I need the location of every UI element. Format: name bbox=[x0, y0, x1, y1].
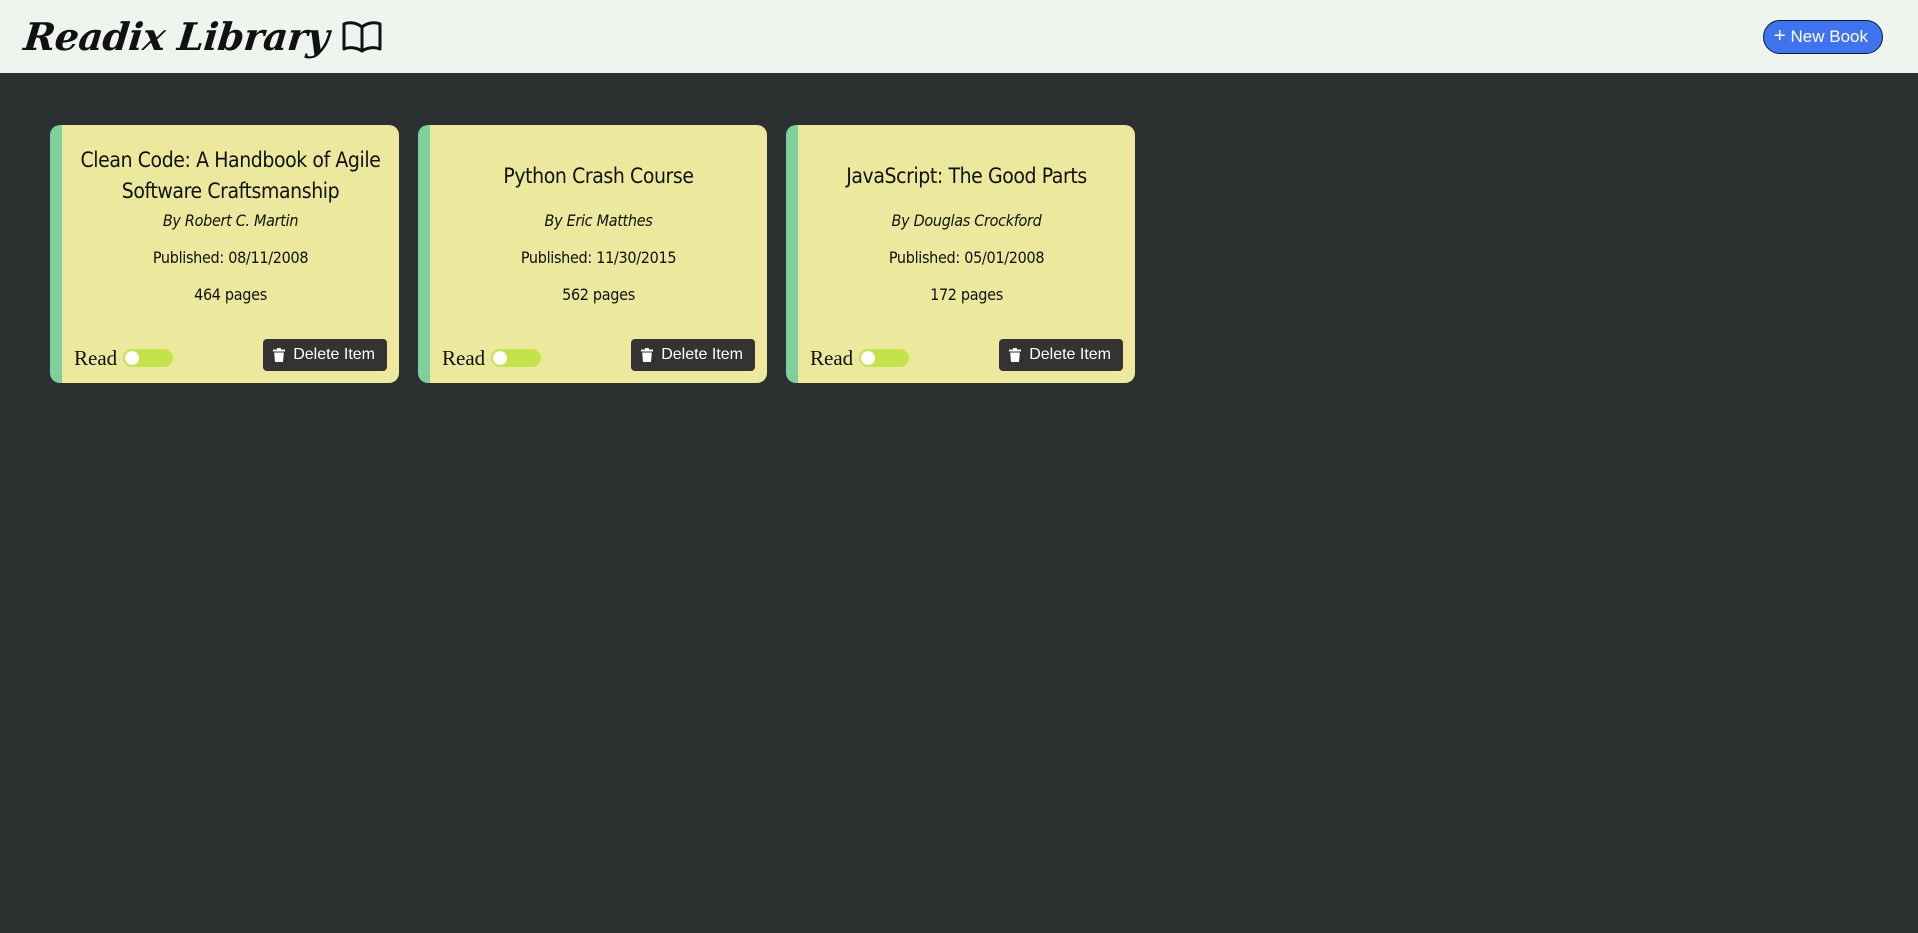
book-author: By Eric Matthes bbox=[544, 211, 653, 230]
book-card: JavaScript: The Good Parts By Douglas Cr… bbox=[786, 125, 1135, 383]
read-label: Read bbox=[442, 345, 486, 370]
read-toggle[interactable] bbox=[859, 349, 910, 367]
book-author: By Robert C. Martin bbox=[162, 211, 299, 230]
delete-item-button[interactable]: Delete Item bbox=[263, 339, 387, 371]
book-card-footer: Read Delete Item bbox=[810, 339, 1123, 371]
book-author: By Douglas Crockford bbox=[891, 211, 1042, 230]
book-card: Clean Code: A Handbook of Agile Software… bbox=[50, 125, 399, 383]
read-toggle[interactable] bbox=[123, 349, 174, 367]
book-card-footer: Read Delete Item bbox=[74, 339, 387, 371]
toggle-knob bbox=[125, 351, 140, 365]
plus-icon: + bbox=[1773, 24, 1786, 47]
trash-icon bbox=[273, 348, 286, 362]
book-published: Published: 08/11/2008 bbox=[152, 248, 309, 267]
toggle-knob bbox=[493, 351, 508, 365]
delete-item-label: Delete Item bbox=[661, 346, 743, 363]
read-status: Read bbox=[74, 345, 174, 371]
trash-icon bbox=[1009, 348, 1022, 362]
book-pages: 172 pages bbox=[930, 285, 1003, 304]
book-published: Published: 05/01/2008 bbox=[888, 248, 1045, 267]
book-grid: Clean Code: A Handbook of Agile Software… bbox=[50, 125, 1135, 383]
delete-item-button[interactable]: Delete Item bbox=[999, 339, 1123, 371]
trash-icon bbox=[641, 348, 654, 362]
delete-item-label: Delete Item bbox=[293, 346, 375, 363]
delete-item-button[interactable]: Delete Item bbox=[631, 339, 755, 371]
app-header: Readix Library + New Book bbox=[0, 0, 1918, 73]
book-pages: 562 pages bbox=[562, 285, 635, 304]
read-status: Read bbox=[810, 345, 910, 371]
book-published: Published: 11/30/2015 bbox=[520, 248, 677, 267]
new-book-label: New Book bbox=[1790, 26, 1868, 46]
book-card: Python Crash Course By Eric Matthes Publ… bbox=[418, 125, 767, 383]
toggle-knob bbox=[861, 351, 876, 365]
book-title: JavaScript: The Good Parts bbox=[846, 163, 1087, 188]
book-card-body: Clean Code: A Handbook of Agile Software… bbox=[62, 145, 399, 355]
book-card-footer: Read Delete Item bbox=[442, 339, 755, 371]
book-card-body: JavaScript: The Good Parts By Douglas Cr… bbox=[798, 145, 1135, 355]
app-title: Readix Library bbox=[21, 14, 332, 59]
book-pages: 464 pages bbox=[194, 285, 267, 304]
delete-item-label: Delete Item bbox=[1029, 346, 1111, 363]
read-label: Read bbox=[810, 345, 854, 370]
book-card-body: Python Crash Course By Eric Matthes Publ… bbox=[430, 145, 767, 355]
brand: Readix Library bbox=[21, 14, 383, 59]
read-toggle[interactable] bbox=[491, 349, 542, 367]
read-status: Read bbox=[442, 345, 542, 371]
book-title: Clean Code: A Handbook of Agile Software… bbox=[80, 148, 381, 203]
open-book-icon bbox=[341, 19, 383, 55]
new-book-button[interactable]: + New Book bbox=[1762, 19, 1883, 54]
book-title: Python Crash Course bbox=[503, 163, 694, 188]
read-label: Read bbox=[74, 345, 118, 370]
